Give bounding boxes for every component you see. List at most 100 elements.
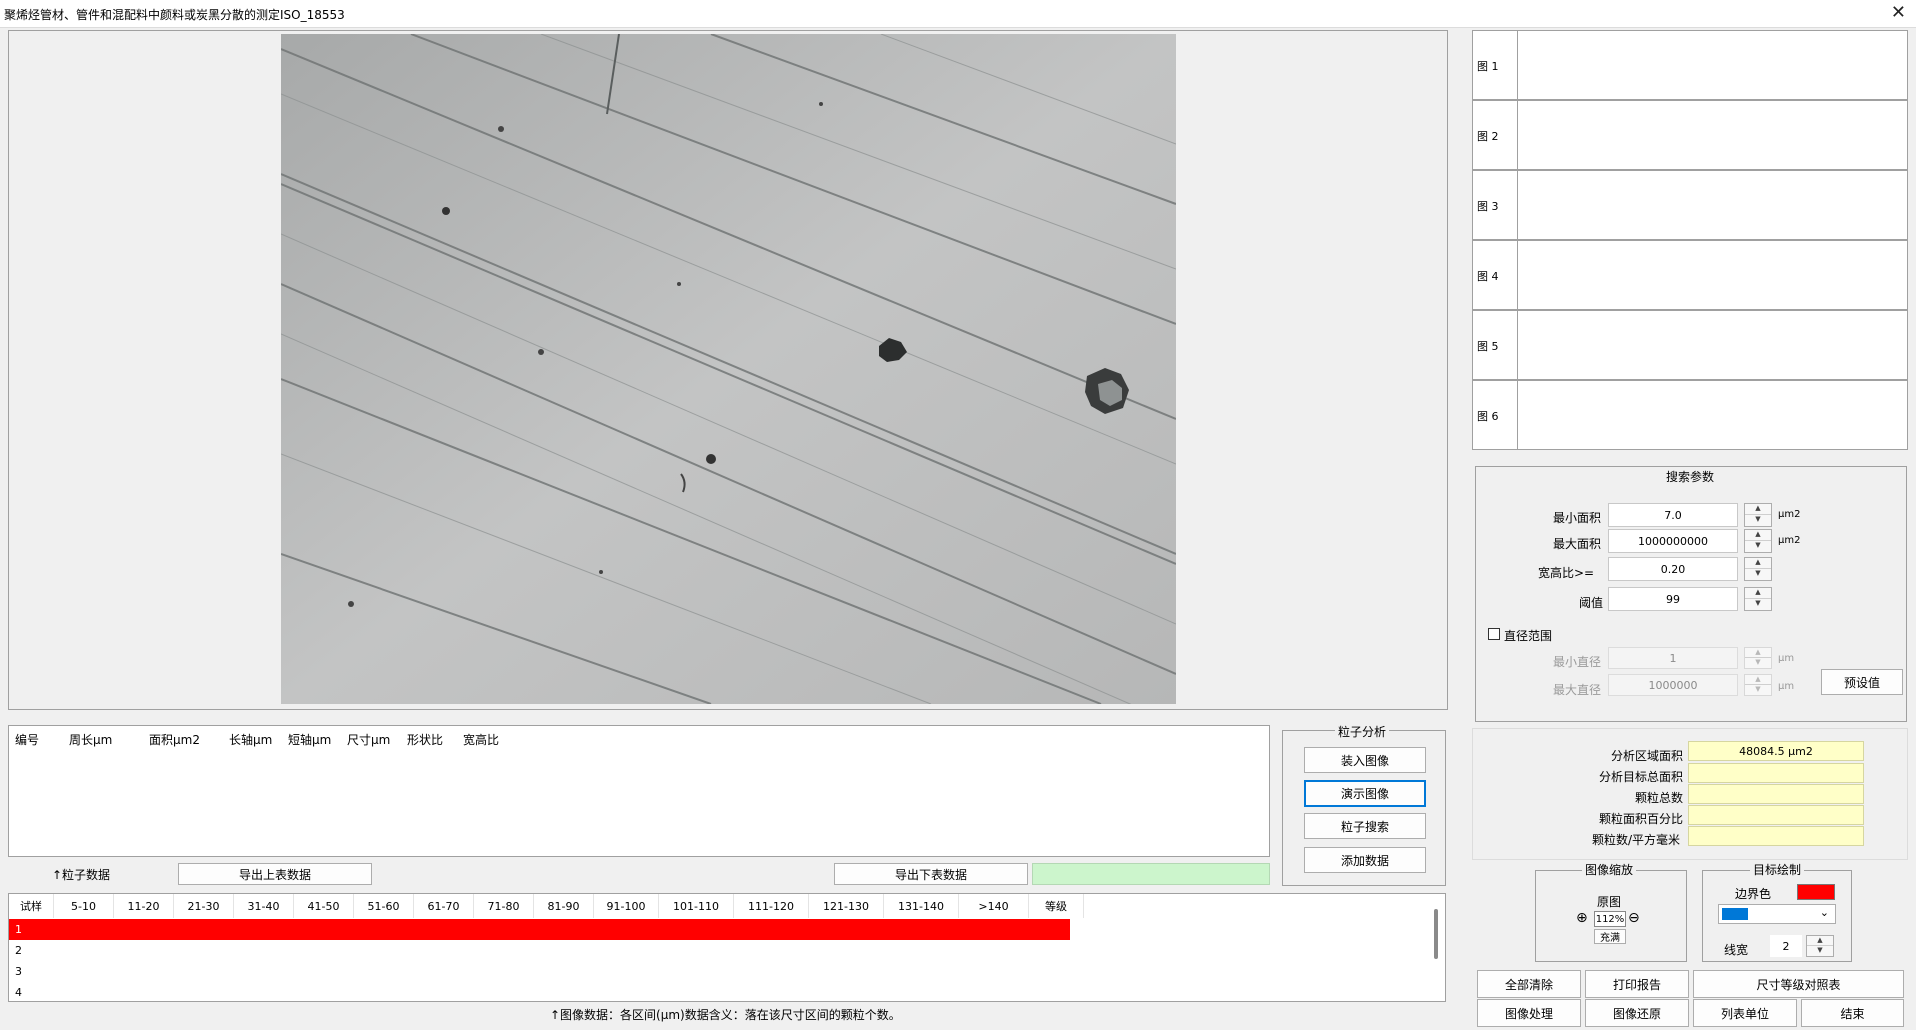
add-data-button[interactable]: 添加数据	[1304, 847, 1426, 873]
demo-image-button[interactable]: 演示图像	[1304, 780, 1426, 807]
col-11-20[interactable]: 11-20	[114, 894, 174, 918]
vertical-scrollbar[interactable]	[1434, 909, 1438, 959]
image-restore-button[interactable]: 图像还原	[1585, 999, 1689, 1027]
col-61-70[interactable]: 61-70	[414, 894, 474, 918]
spin-down-icon[interactable]: ▼	[1745, 569, 1771, 580]
col-major-axis[interactable]: 长轴μm	[229, 726, 272, 752]
min-area-input[interactable]: 7.0	[1608, 503, 1738, 527]
spin-down-icon[interactable]: ▼	[1745, 599, 1771, 610]
spin-up-icon[interactable]: ▲	[1807, 936, 1833, 946]
spin-down-icon[interactable]: ▼	[1745, 515, 1771, 526]
col-111-120[interactable]: 111-120	[734, 894, 809, 918]
close-icon[interactable]: ✕	[1891, 3, 1906, 23]
spin-up-icon[interactable]: ▲	[1745, 530, 1771, 541]
preset-button[interactable]: 预设值	[1821, 669, 1903, 695]
export-upper-button[interactable]: 导出上表数据	[178, 863, 372, 885]
zoom-out-icon[interactable]: ⊖	[1628, 910, 1640, 926]
threshold-input[interactable]: 99	[1608, 587, 1738, 611]
line-color-swatch	[1722, 908, 1748, 920]
max-area-label: 最大面积	[1553, 537, 1602, 551]
table-row[interactable]: 2	[9, 940, 1070, 961]
line-width-input[interactable]: 2	[1770, 935, 1802, 957]
threshold-spinner[interactable]: ▲ ▼	[1744, 587, 1772, 611]
table-row[interactable]: 1	[9, 919, 1070, 940]
col-grade[interactable]: 等级	[1029, 894, 1084, 918]
search-params-title: 搜索参数	[1663, 468, 1718, 485]
col-101-110[interactable]: 101-110	[659, 894, 734, 918]
border-color-swatch[interactable]	[1797, 884, 1835, 900]
export-lower-button[interactable]: 导出下表数据	[834, 863, 1028, 885]
max-area-spinner[interactable]: ▲ ▼	[1744, 529, 1772, 553]
col-id[interactable]: 编号	[15, 726, 39, 752]
target-area-value	[1688, 763, 1864, 783]
min-diameter-label: 最小直径	[1553, 655, 1602, 669]
table-row[interactable]: 4	[9, 982, 1070, 1001]
load-image-button[interactable]: 装入图像	[1304, 747, 1426, 773]
table-row[interactable]: 3	[9, 961, 1070, 982]
col-over-140[interactable]: >140	[959, 894, 1029, 918]
spin-down-icon[interactable]: ▼	[1745, 658, 1771, 668]
fill-button[interactable]: 充满	[1594, 929, 1626, 944]
max-area-input[interactable]: 1000000000	[1608, 529, 1738, 553]
thumbnail-2[interactable]: 图 2	[1472, 100, 1908, 170]
spin-up-icon[interactable]: ▲	[1745, 588, 1771, 599]
list-unit-button[interactable]: 列表单位	[1693, 999, 1797, 1027]
col-area[interactable]: 面积μm2	[149, 726, 200, 752]
spin-up-icon[interactable]: ▲	[1745, 648, 1771, 658]
max-diameter-spinner[interactable]: ▲ ▼	[1744, 674, 1772, 696]
spin-down-icon[interactable]: ▼	[1807, 946, 1833, 956]
spin-down-icon[interactable]: ▼	[1745, 541, 1771, 552]
thumbnail-3[interactable]: 图 3	[1472, 170, 1908, 240]
max-diameter-input[interactable]: 1000000	[1608, 674, 1738, 696]
image-process-button[interactable]: 图像处理	[1477, 999, 1581, 1027]
col-size[interactable]: 尺寸μm	[347, 726, 390, 752]
particle-analysis-title: 粒子分析	[1335, 723, 1390, 740]
print-report-button[interactable]: 打印报告	[1585, 970, 1689, 998]
col-131-140[interactable]: 131-140	[884, 894, 959, 918]
spin-up-icon[interactable]: ▲	[1745, 558, 1771, 569]
col-21-30[interactable]: 21-30	[174, 894, 234, 918]
end-button[interactable]: 结束	[1801, 999, 1904, 1027]
clear-all-button[interactable]: 全部清除	[1477, 970, 1581, 998]
thumbnail-4[interactable]: 图 4	[1472, 240, 1908, 310]
line-color-dropdown[interactable]: ⌄	[1718, 904, 1836, 924]
col-91-100[interactable]: 91-100	[594, 894, 659, 918]
thumbnail-6[interactable]: 图 6	[1472, 380, 1908, 450]
col-aspect-ratio[interactable]: 宽高比	[463, 726, 499, 752]
spin-down-icon[interactable]: ▼	[1745, 685, 1771, 695]
col-minor-axis[interactable]: 短轴μm	[288, 726, 331, 752]
col-71-80[interactable]: 71-80	[474, 894, 534, 918]
zoom-in-icon[interactable]: ⊕	[1576, 910, 1588, 926]
spin-up-icon[interactable]: ▲	[1745, 504, 1771, 515]
grade-table[interactable]: 试样 5-10 11-20 21-30 31-40 41-50 51-60 61…	[8, 893, 1446, 1002]
aspect-ratio-spinner[interactable]: ▲ ▼	[1744, 557, 1772, 581]
col-81-90[interactable]: 81-90	[534, 894, 594, 918]
min-diameter-input[interactable]: 1	[1608, 647, 1738, 669]
col-5-10[interactable]: 5-10	[54, 894, 114, 918]
particle-table[interactable]: 编号 周长μm 面积μm2 长轴μm 短轴μm 尺寸μm 形状比 宽高比	[8, 725, 1270, 857]
microscope-image	[281, 34, 1176, 704]
min-area-spinner[interactable]: ▲ ▼	[1744, 503, 1772, 527]
col-perimeter[interactable]: 周长μm	[69, 726, 112, 752]
min-diameter-spinner[interactable]: ▲ ▼	[1744, 647, 1772, 669]
col-31-40[interactable]: 31-40	[234, 894, 294, 918]
thumbnail-5[interactable]: 图 5	[1472, 310, 1908, 380]
size-grade-table-button[interactable]: 尺寸等级对照表	[1693, 970, 1904, 998]
chevron-down-icon: ⌄	[1819, 906, 1829, 919]
min-diameter-unit: μm	[1778, 653, 1795, 664]
thumbnail-1[interactable]: 图 1	[1472, 30, 1908, 100]
area-percent-value	[1688, 805, 1864, 825]
col-41-50[interactable]: 41-50	[294, 894, 354, 918]
diameter-range-checkbox[interactable]	[1488, 628, 1500, 640]
col-sample[interactable]: 试样	[9, 894, 54, 918]
col-51-60[interactable]: 51-60	[354, 894, 414, 918]
spin-up-icon[interactable]: ▲	[1745, 675, 1771, 685]
per-mm2-label: 颗粒数/平方毫米	[1592, 833, 1681, 847]
col-shape-ratio[interactable]: 形状比	[407, 726, 443, 752]
line-width-spinner[interactable]: ▲ ▼	[1806, 935, 1834, 957]
min-area-unit: μm2	[1778, 509, 1801, 520]
col-121-130[interactable]: 121-130	[809, 894, 884, 918]
footer-note: ↑图像数据：各区间(μm)数据含义：落在该尺寸区间的颗粒个数。	[550, 1008, 901, 1022]
aspect-ratio-input[interactable]: 0.20	[1608, 557, 1738, 581]
particle-search-button[interactable]: 粒子搜索	[1304, 813, 1426, 839]
